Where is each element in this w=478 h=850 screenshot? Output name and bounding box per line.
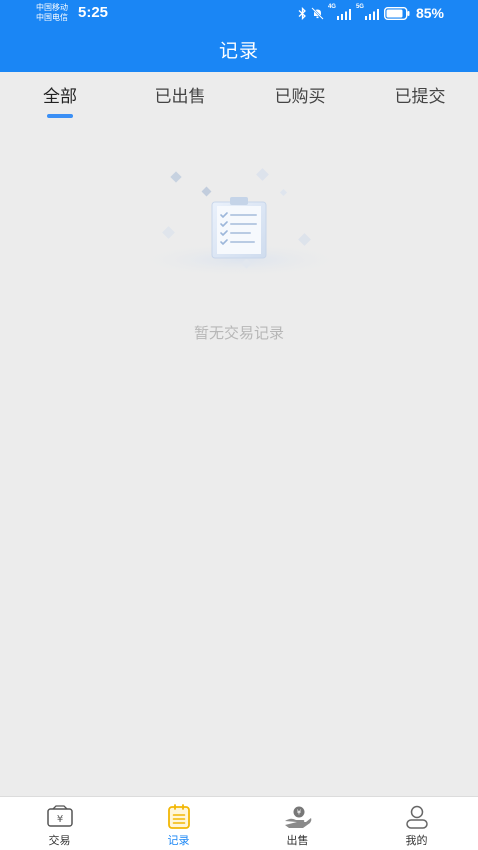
wallet-yen-icon: ¥ [46, 805, 73, 827]
bottom-navigation: ¥ 交易 记录 ¥ 出售 我的 [0, 796, 478, 850]
status-clock: 5:25 [78, 4, 109, 21]
title-bar: 记录 [0, 26, 478, 72]
tab-label: 已提交 [394, 87, 446, 107]
carrier-2: 中国电信 [36, 13, 68, 22]
tab-all[interactable]: 全部 [30, 82, 90, 118]
tab-sold[interactable]: 已出售 [143, 82, 217, 118]
status-icons: 4G 5G 85% [298, 3, 444, 21]
network-type-2: 5G [355, 3, 364, 10]
signal-bars-icon [364, 8, 379, 20]
empty-clipboard-illustration [130, 168, 350, 278]
tab-label: 已出售 [154, 87, 206, 107]
status-bar: 中国移动 中国电信 5:25 4G 5G 85% [0, 0, 478, 26]
hand-coin-icon: ¥ [284, 806, 311, 828]
tab-submitted[interactable]: 已提交 [383, 82, 457, 118]
empty-state-message: 暂无交易记录 [193, 324, 284, 342]
filter-tabs: 全部 已出售 已购买 已提交 [0, 72, 478, 122]
carrier-info: 中国移动 中国电信 [36, 3, 68, 23]
nav-item-trade[interactable]: ¥ 交易 [0, 797, 119, 850]
svg-text:¥: ¥ [296, 809, 301, 817]
nav-item-mine[interactable]: 我的 [357, 797, 476, 850]
carrier-1: 中国移动 [36, 3, 68, 12]
bluetooth-icon [298, 6, 306, 20]
signal-2: 5G [355, 3, 380, 20]
mute-bell-icon [311, 6, 324, 20]
signal-bars-icon [336, 8, 351, 20]
tab-bought[interactable]: 已购买 [263, 82, 337, 118]
tab-label: 全部 [43, 87, 77, 107]
nav-item-records[interactable]: 记录 [119, 797, 238, 850]
nav-item-sell[interactable]: ¥ 出售 [238, 797, 357, 850]
nav-label: 出售 [286, 834, 309, 847]
nav-label: 记录 [167, 834, 190, 847]
app-header: 中国移动 中国电信 5:25 4G 5G 85% 记录 [0, 0, 478, 72]
signal-1: 4G [327, 3, 352, 20]
user-icon [405, 805, 428, 829]
battery-icon [383, 6, 410, 20]
svg-text:¥: ¥ [56, 814, 62, 825]
battery-percent: 85% [415, 5, 444, 21]
page-title: 记录 [218, 39, 259, 62]
nav-label: 我的 [405, 834, 428, 847]
nav-label: 交易 [48, 834, 71, 847]
active-tab-indicator [47, 114, 73, 118]
tab-label: 已购买 [274, 87, 326, 107]
clipboard-list-icon [167, 804, 190, 829]
network-type-1: 4G [327, 3, 336, 10]
